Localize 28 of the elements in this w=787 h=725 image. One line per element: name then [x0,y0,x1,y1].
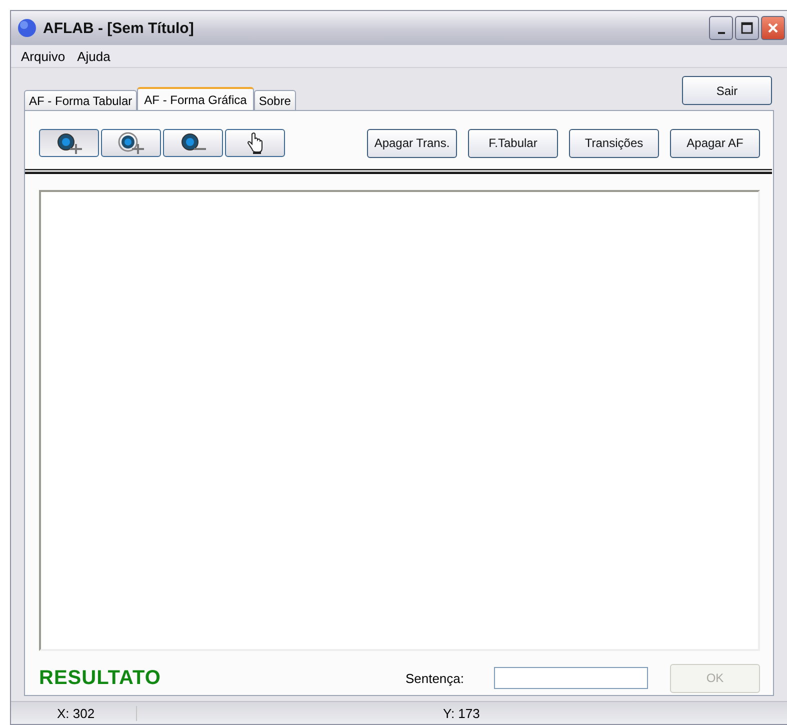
result-label: RESULTATO [39,666,161,690]
maximize-icon [741,22,753,34]
action-button[interactable]: Transições [569,128,659,158]
tab[interactable]: Sobre [254,90,296,110]
tab[interactable]: AF - Forma Tabular [24,90,138,110]
minimize-button[interactable] [709,16,733,40]
sentence-field[interactable] [494,667,648,689]
sentence-label: Sentença: [405,670,464,686]
window-title: AFLAB - [Sem Título] [43,20,194,36]
status-x: X: 302 [11,706,137,720]
tab[interactable]: AF - Forma Gráfica [137,87,254,110]
exit-button[interactable]: Sair [682,76,772,105]
action-button[interactable]: F.Tabular [468,128,558,158]
tool-button[interactable] [39,129,99,157]
action-button[interactable]: Apagar Trans. [367,128,457,158]
menu-item[interactable]: Ajuda [77,48,110,64]
menu-item[interactable]: Arquivo [21,48,66,64]
app-logo-icon [17,18,37,38]
tool-button[interactable] [225,129,285,157]
maximize-button[interactable] [735,16,759,40]
status-y: Y: 173 [443,706,480,720]
tool-button[interactable] [163,129,223,157]
close-icon [767,22,779,34]
add-final-state-icon [116,132,146,154]
action-button[interactable]: Apagar AF [670,128,760,158]
minimize-icon [718,32,724,34]
close-button[interactable] [761,16,785,40]
tool-button[interactable] [101,129,161,157]
